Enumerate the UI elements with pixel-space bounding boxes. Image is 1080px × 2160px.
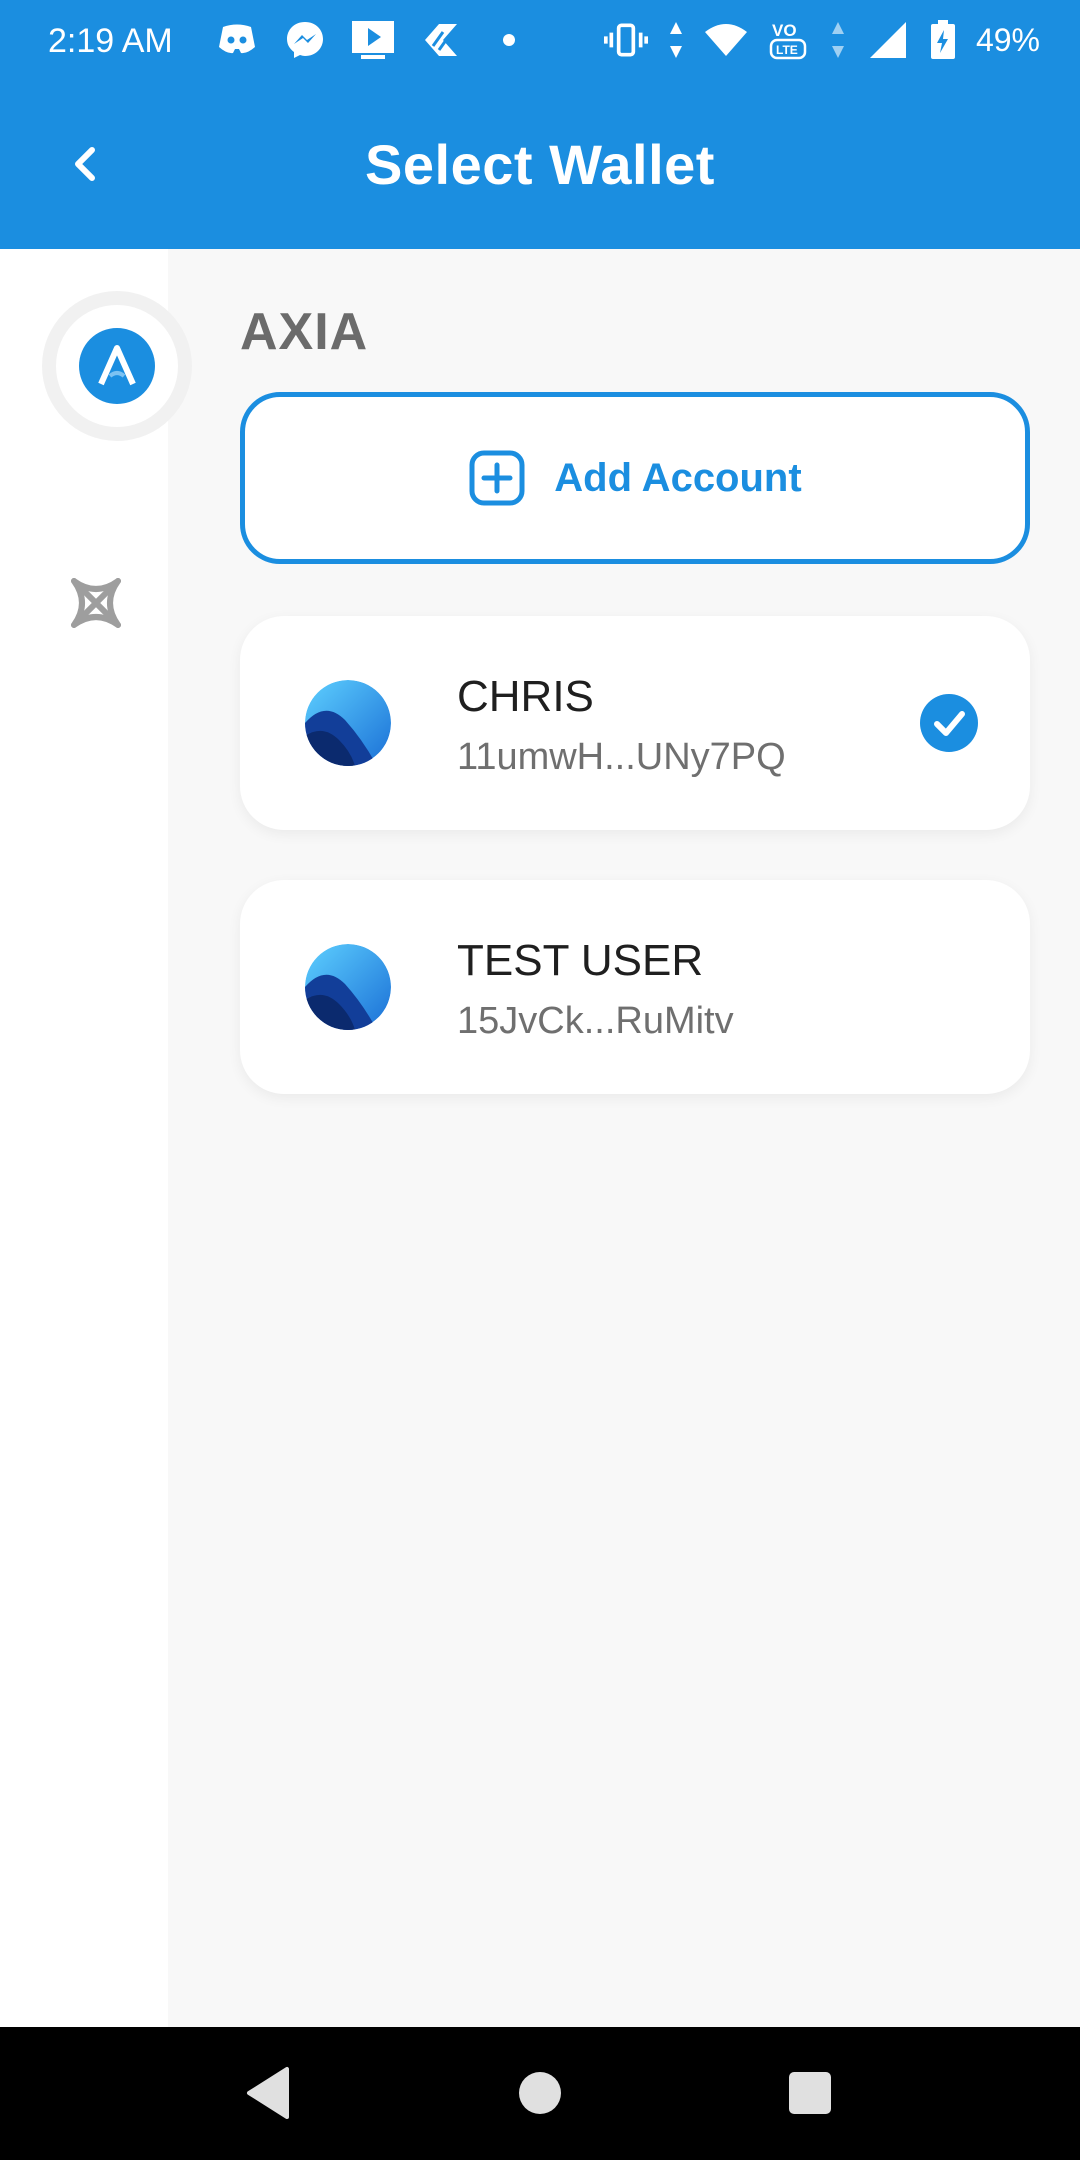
nav-back-button[interactable] xyxy=(232,2057,304,2129)
page-title: Select Wallet xyxy=(365,133,715,196)
dot-icon xyxy=(487,18,531,62)
notification-icons xyxy=(215,18,531,62)
network-logo-icon xyxy=(71,578,121,628)
app-icon xyxy=(419,18,463,62)
nav-recents-icon xyxy=(789,2072,831,2114)
wifi-icon xyxy=(704,18,748,62)
account-name: TEST USER xyxy=(457,936,704,985)
account-name: CHRIS xyxy=(457,672,594,721)
svg-text:VO: VO xyxy=(772,21,797,40)
vibrate-icon xyxy=(603,18,648,62)
system-nav-bar xyxy=(0,2027,1080,2160)
network-title: AXIA xyxy=(240,303,369,361)
svg-text:LTE: LTE xyxy=(776,43,798,57)
sidebar-item-other-network[interactable] xyxy=(60,567,132,639)
video-player-icon xyxy=(351,18,395,62)
status-time: 2:19 AM xyxy=(48,22,173,60)
nav-home-icon xyxy=(519,2072,561,2114)
battery-icon xyxy=(928,18,958,62)
account-address: 11umwH...UNy7PQ xyxy=(457,736,786,778)
account-card-test-user[interactable]: TEST USER 15JvCk...RuMitv xyxy=(240,880,1030,1094)
plus-square-icon xyxy=(469,450,525,506)
system-icons: VO LTE 49% xyxy=(603,18,1040,62)
check-icon xyxy=(920,694,978,752)
sidebar-item-axia[interactable] xyxy=(42,291,192,441)
sidebar-item-axia-inner xyxy=(56,305,178,427)
account-card-chris[interactable]: CHRIS 11umwH...UNy7PQ xyxy=(240,616,1030,830)
nav-home-button[interactable] xyxy=(504,2057,576,2129)
data-arrows-icon-2 xyxy=(828,18,848,62)
account-avatar-icon xyxy=(305,944,391,1030)
add-account-label: Add Account xyxy=(554,455,802,500)
account-avatar-icon xyxy=(305,680,391,766)
nav-back-icon xyxy=(247,2067,289,2119)
status-bar: 2:19 AM VO LTE 49% xyxy=(0,0,1080,84)
nav-recents-button[interactable] xyxy=(774,2057,846,2129)
data-arrows-icon xyxy=(666,18,686,62)
volte-icon: VO LTE xyxy=(766,18,810,62)
battery-percent: 49% xyxy=(975,21,1040,58)
axia-logo-icon xyxy=(79,328,155,404)
signal-icon xyxy=(866,18,910,62)
add-account-button[interactable]: Add Account xyxy=(240,392,1030,564)
network-sidebar xyxy=(0,249,192,2027)
app-bar: Select Wallet xyxy=(0,84,1080,249)
messenger-icon xyxy=(283,18,327,62)
discord-icon xyxy=(215,18,259,62)
account-address: 15JvCk...RuMitv xyxy=(457,1000,734,1042)
